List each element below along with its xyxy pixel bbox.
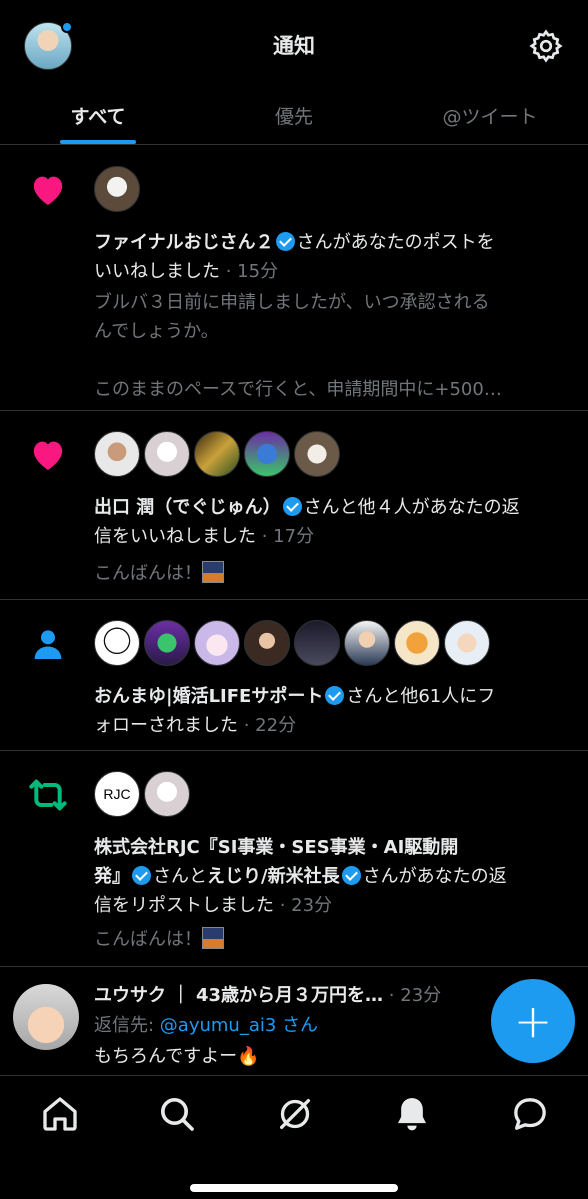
reply-to: 返信先: @ayumu_ai3 さん [94, 1011, 318, 1037]
compose-plus-icon: + [513, 994, 553, 1048]
avatar[interactable] [294, 620, 340, 666]
avatar[interactable] [244, 620, 290, 666]
image-thumbnail [202, 561, 224, 583]
home-icon[interactable] [40, 1094, 80, 1134]
avatar-label: RJC [103, 786, 131, 802]
notification-text: 出口 潤（でぐじゅん） さんと他４人があなたの返 信をいいねしました · 17分 [94, 493, 574, 551]
repost-icon [29, 779, 67, 811]
tab-mentions-label: @ツイート [442, 106, 538, 128]
image-thumbnail [202, 927, 224, 949]
verified-badge-icon [341, 866, 361, 885]
avatar[interactable] [13, 984, 79, 1050]
tab-priority[interactable]: 優先 [196, 90, 392, 144]
notification-text: ファイナルおじさん２ さんがあなたのポストを いいねしました · 15分 [94, 228, 574, 286]
action-text: さんがあなたの返 [362, 866, 507, 887]
heart-icon [33, 441, 63, 470]
avatar[interactable] [444, 620, 490, 666]
compose-button[interactable]: + [491, 979, 575, 1063]
avatar[interactable] [344, 620, 390, 666]
notification-item[interactable]: おんまゆ|婚活LIFEサポート さんと他61人にフ ォローされました · 22分 [0, 600, 588, 751]
reply-header: ユウサク ｜ 43歳から月３万円を… · 23分 [94, 981, 441, 1007]
action-text-cont: 信をいいねしました [94, 526, 256, 547]
post-preview: ブルバ３日前に申請しましたが、いつ承認される んでしょうか。 このままのペースで… [94, 288, 574, 404]
person-icon [34, 630, 62, 659]
user-bio: ｜ 43歳から月３万円を… [171, 985, 384, 1006]
tab-all-label: すべて [70, 106, 126, 128]
avatar[interactable] [244, 431, 290, 477]
action-text: さんと他４人があなたの返 [303, 497, 520, 518]
preview-line: んでしょうか。 [94, 321, 219, 342]
user-name[interactable]: おんまゆ|婚活LIFEサポート [94, 686, 323, 707]
reply-to-link[interactable]: @ayumu_ai3 さん [160, 1015, 318, 1036]
action-text-cont: ォローされました [94, 715, 238, 736]
messages-icon[interactable] [510, 1094, 550, 1134]
preview-text: こんばんは！ [94, 929, 202, 950]
timestamp: · 17分 [261, 526, 315, 547]
grok-icon[interactable] [275, 1094, 315, 1134]
preview-text: こんばんは！ [94, 563, 202, 584]
home-indicator [190, 1184, 398, 1192]
tab-bar: すべて 優先 @ツイート [0, 90, 588, 145]
action-text-cont: いいねしました [94, 261, 220, 282]
verified-badge-icon [325, 686, 345, 705]
post-preview: こんばんは！ [94, 559, 574, 588]
heart-icon [33, 176, 63, 205]
active-tab-indicator [60, 140, 136, 144]
avatar[interactable] [194, 431, 240, 477]
preview-line: ブルバ３日前に申請しましたが、いつ承認される [94, 292, 490, 313]
user-name[interactable]: 出口 潤（でぐじゅん） [94, 497, 281, 518]
avatar[interactable] [144, 771, 190, 817]
preview-line: このままのペースで行くと、申請期間中に+500… [94, 379, 502, 400]
notification-item[interactable]: 出口 潤（でぐじゅん） さんと他４人があなたの返 信をいいねしました · 17分 … [0, 411, 588, 600]
avatar[interactable] [294, 431, 340, 477]
avatar[interactable] [94, 166, 140, 212]
tab-priority-label: 優先 [274, 106, 313, 128]
avatar[interactable] [194, 620, 240, 666]
action-text-cont: 信をリポストしました [94, 895, 274, 916]
user-name[interactable]: えじり/新米社長 [207, 866, 340, 887]
notification-text: 株式会社RJC『SI事業・SES事業・AI駆動開 発』 さんとえじり/新米社長 さん… [94, 833, 574, 920]
user-name[interactable]: 株式会社RJC『SI事業・SES事業・AI駆動開 [94, 837, 458, 858]
action-text: さんがあなたのポストを [296, 232, 495, 253]
verified-badge-icon [275, 232, 295, 251]
verified-badge-icon [282, 497, 302, 516]
search-icon[interactable] [157, 1094, 197, 1134]
verified-badge-icon [132, 866, 151, 885]
user-name-cont[interactable]: 発』 [94, 866, 130, 887]
user-name[interactable]: ファイナルおじさん２ [94, 232, 274, 253]
header: 通知 [0, 0, 588, 95]
action-text: さんと他61人にフ [346, 686, 496, 707]
company-avatar[interactable]: RJC [94, 771, 140, 817]
timestamp: · 22分 [243, 715, 297, 736]
timestamp: · 23分 [388, 985, 442, 1006]
avatar[interactable] [394, 620, 440, 666]
notifications-bell-icon[interactable] [392, 1094, 432, 1134]
avatar[interactable] [144, 620, 190, 666]
post-preview: こんばんは！ [94, 925, 574, 954]
user-name[interactable]: ユウサク [94, 985, 166, 1006]
connector-text: さんと [153, 866, 207, 887]
tab-all[interactable]: すべて [0, 90, 196, 144]
reply-prefix: 返信先: [94, 1015, 160, 1036]
page-title: 通知 [273, 34, 315, 58]
avatar[interactable] [94, 431, 140, 477]
avatar[interactable] [94, 620, 140, 666]
timestamp: · 23分 [279, 895, 333, 916]
avatar[interactable] [144, 431, 190, 477]
timestamp: · 15分 [225, 261, 279, 282]
bottom-nav [0, 1075, 588, 1199]
settings-gear-icon[interactable] [528, 28, 564, 64]
notification-text: おんまゆ|婚活LIFEサポート さんと他61人にフ ォローされました · 22分 [94, 682, 574, 740]
tab-mentions[interactable]: @ツイート [392, 90, 588, 144]
notification-item[interactable]: ファイナルおじさん２ さんがあなたのポストを いいねしました · 15分 ブルバ３… [0, 146, 588, 411]
reply-text: もちろんですよー🔥 [94, 1046, 260, 1067]
notification-item[interactable]: RJC 株式会社RJC『SI事業・SES事業・AI駆動開 発』 さんとえじり/新米… [0, 751, 588, 967]
